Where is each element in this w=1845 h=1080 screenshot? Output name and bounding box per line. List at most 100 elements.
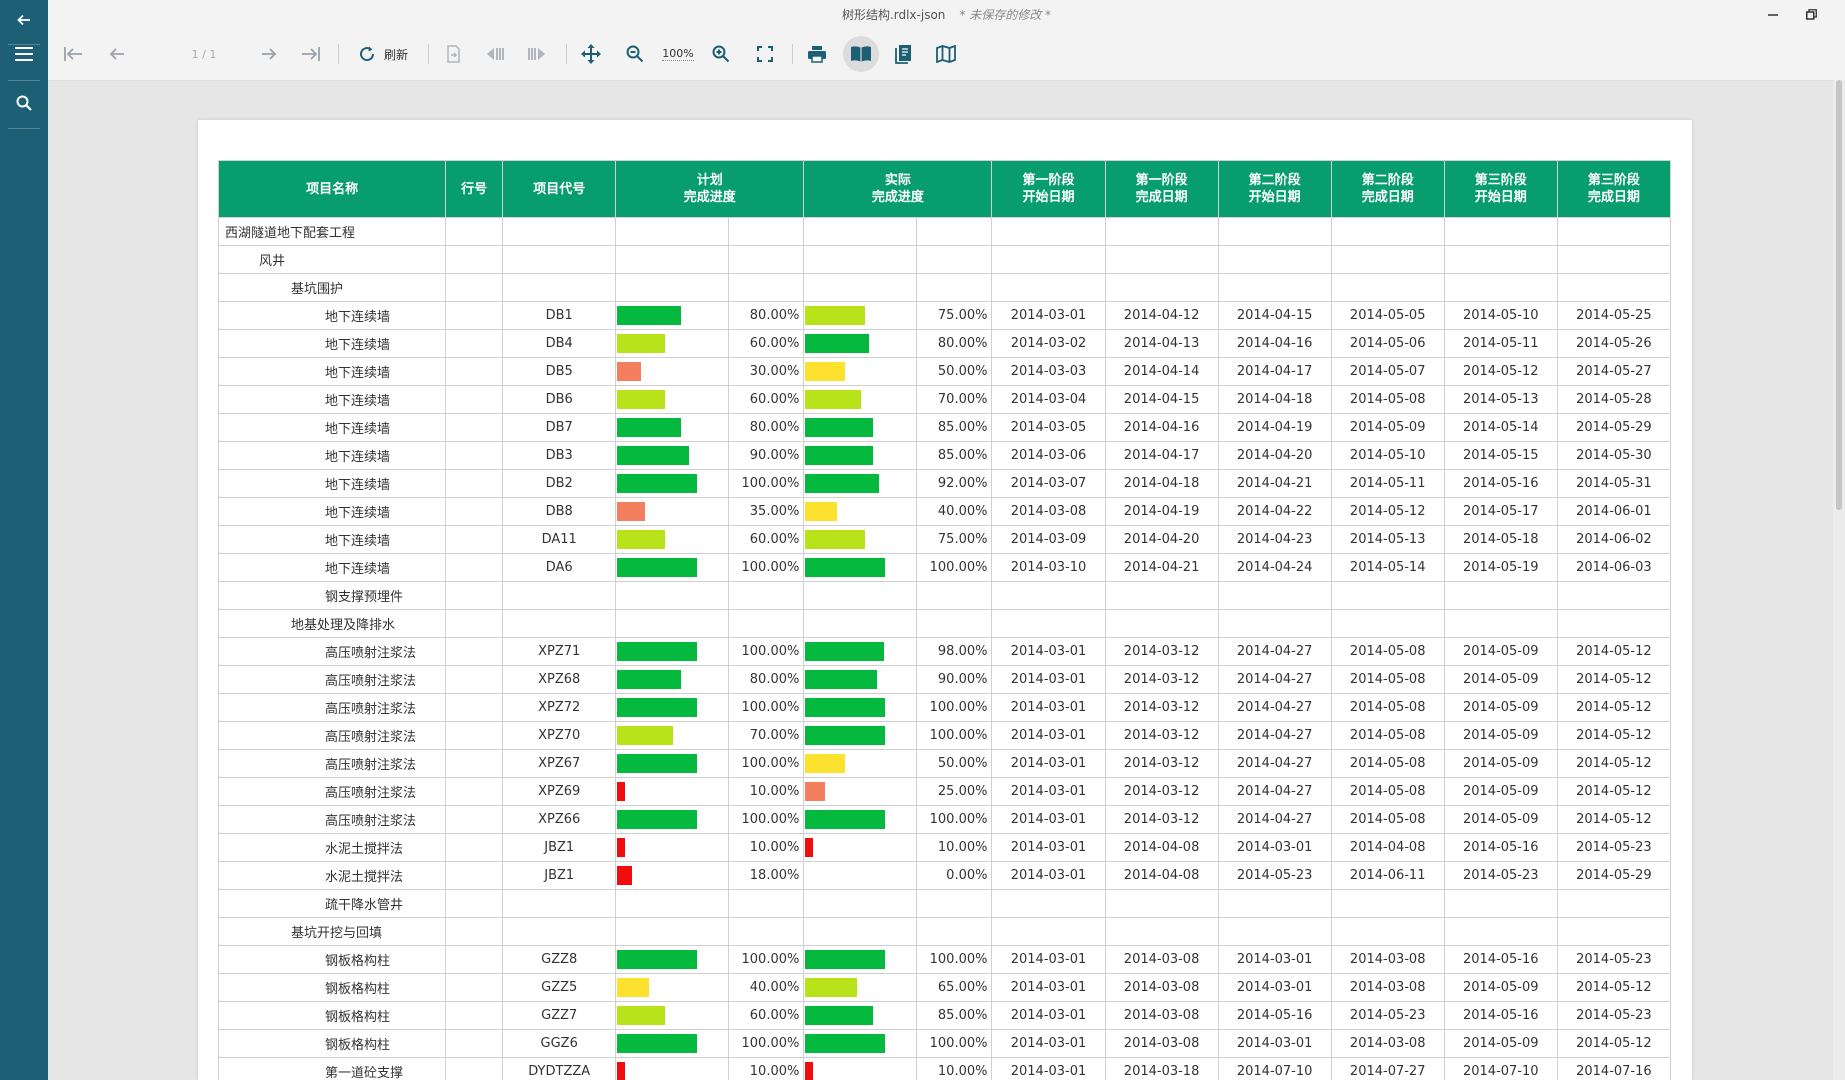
stage2-start-cell: 2014-07-10 (1217, 1057, 1332, 1080)
last-page-button[interactable] (298, 40, 324, 68)
project-code-cell: DYDTZZA (502, 1057, 617, 1080)
title-bar: 树形结构.rdlx-json * 未保存的修改 * (48, 0, 1845, 28)
stage3-start-cell: 2014-05-19 (1443, 553, 1558, 582)
plan-progress-bar-cell (615, 441, 730, 470)
print-button[interactable] (802, 40, 832, 68)
document-icon (895, 44, 913, 64)
project-code-cell: XPZ71 (502, 637, 617, 666)
actual-progress-bar (805, 782, 826, 801)
table-row: 钢板格构柱 GZZ8 100.00% 100.00% 2014-03-01 2014-03… (217, 945, 1672, 974)
forward-button[interactable] (524, 40, 550, 68)
backward-button[interactable] (482, 40, 508, 68)
stage3-end-cell: 2014-05-12 (1556, 777, 1672, 806)
pan-tool-button[interactable] (578, 40, 604, 68)
move-icon (581, 44, 601, 64)
row-number-cell (445, 693, 504, 722)
toolbar-divider (792, 44, 793, 64)
actual-progress-bar-cell (803, 861, 918, 890)
zoom-in-button[interactable] (708, 40, 734, 68)
printer-icon (807, 45, 827, 63)
search-button[interactable] (0, 83, 48, 127)
galley-mode-button[interactable] (843, 36, 879, 72)
plan-progress-bar-cell (615, 301, 730, 330)
stage3-end-cell: 2014-05-12 (1556, 973, 1672, 1002)
table-row: 钢板格构柱 GGZ6 100.00% 100.00% 2014-03-01 2014-03… (217, 1029, 1672, 1058)
page-indicator[interactable]: 1 / 1 (176, 40, 232, 68)
table-row: 地下连续墙 DB1 80.00% 75.00% 2014-03-01 2014-04-12… (217, 301, 1672, 330)
actual-progress-bar (805, 334, 870, 353)
plan-progress-percent-cell: 100.00% (728, 693, 805, 722)
stage2-start-cell (1217, 217, 1332, 246)
actual-progress-bar (805, 642, 884, 661)
table-row: 风井 (217, 245, 1672, 274)
plan-progress-bar-cell (615, 525, 730, 554)
stage1-start-cell: 2014-03-09 (991, 525, 1106, 554)
stage2-end-cell: 2014-05-06 (1330, 329, 1445, 358)
actual-progress-percent-cell (916, 609, 993, 638)
plan-progress-percent-cell: 100.00% (728, 469, 805, 498)
full-screen-button[interactable] (752, 40, 778, 68)
actual-progress-bar-cell (803, 581, 918, 610)
header-row-number: 行号 (445, 160, 504, 218)
plan-progress-bar-cell (615, 861, 730, 890)
row-number-cell (445, 217, 504, 246)
project-code-cell: XPZ67 (502, 749, 617, 778)
row-number-cell (445, 581, 504, 610)
table-row: 地下连续墙 DB7 80.00% 85.00% 2014-03-05 2014-04-16… (217, 413, 1672, 442)
table-body: 西湖隧道地下配套工程 风井 基坑围护 地下连续墙 DB1 80.00% 75.00% 2014… (217, 217, 1672, 1080)
project-name-cell: 钢板格构柱 (217, 973, 447, 1002)
plan-progress-bar-cell (615, 637, 730, 666)
actual-progress-bar-cell (803, 469, 918, 498)
stage2-start-cell: 2014-04-23 (1217, 525, 1332, 554)
minimize-button[interactable] (1763, 4, 1783, 24)
refresh-button[interactable]: 刷新 (350, 40, 416, 68)
plan-progress-percent-cell: 10.00% (728, 833, 805, 862)
plan-progress-bar-cell (615, 833, 730, 862)
toolbar-divider (338, 44, 339, 64)
zoom-level[interactable]: 100% (660, 40, 696, 68)
zoom-out-button[interactable] (622, 40, 648, 68)
menu-button[interactable] (0, 33, 48, 77)
project-code-cell: DB2 (502, 469, 617, 498)
previous-page-button[interactable] (104, 40, 130, 68)
table-header: 项目名称 行号 项目代号 计划 完成进度 实际 完成进度 第一阶段 开始日期 第一阶段 完成… (217, 160, 1672, 218)
document-export-icon (444, 45, 462, 63)
stage2-start-cell: 2014-03-01 (1217, 945, 1332, 974)
project-name-cell: 风井 (217, 245, 447, 274)
restore-button[interactable] (1801, 4, 1821, 24)
stage1-start-cell (991, 273, 1106, 302)
first-page-button[interactable] (60, 40, 86, 68)
stage1-start-cell (991, 217, 1106, 246)
scrollbar-thumb[interactable] (1836, 80, 1842, 510)
row-number-cell (445, 609, 504, 638)
actual-progress-bar-cell (803, 553, 918, 582)
table-row: 地下连续墙 DB6 60.00% 70.00% 2014-03-04 2014-04-15… (217, 385, 1672, 414)
stage1-end-cell: 2014-03-12 (1104, 665, 1219, 694)
plan-progress-bar (617, 1034, 698, 1053)
actual-progress-bar-cell (803, 609, 918, 638)
stage2-end-cell: 2014-07-27 (1330, 1057, 1445, 1080)
actual-progress-bar (805, 306, 866, 325)
actual-progress-bar-cell (803, 749, 918, 778)
document-map-button[interactable] (932, 40, 960, 68)
stage1-end-cell: 2014-04-21 (1104, 553, 1219, 582)
table-row: 高压喷射注浆法 XPZ71 100.00% 98.00% 2014-03-01 2014-… (217, 637, 1672, 666)
actual-progress-bar-cell (803, 665, 918, 694)
stage1-end-cell: 2014-04-14 (1104, 357, 1219, 386)
project-code-cell (502, 273, 617, 302)
plan-progress-percent-cell: 80.00% (728, 665, 805, 694)
actual-progress-bar-cell (803, 973, 918, 1002)
export-button[interactable] (440, 40, 466, 68)
stage3-end-cell (1556, 581, 1672, 610)
vertical-scrollbar[interactable] (1833, 80, 1845, 1080)
next-page-button[interactable] (256, 40, 282, 68)
plan-progress-bar (617, 446, 690, 465)
plan-progress-percent-cell: 35.00% (728, 497, 805, 526)
actual-progress-percent-cell: 0.00% (916, 861, 993, 890)
plan-progress-bar-cell (615, 1001, 730, 1030)
table-row: 基坑开挖与回填 (217, 917, 1672, 946)
stage1-start-cell: 2014-03-01 (991, 861, 1106, 890)
page-setup-button[interactable] (890, 40, 918, 68)
stage1-start-cell: 2014-03-03 (991, 357, 1106, 386)
actual-progress-bar-cell (803, 497, 918, 526)
